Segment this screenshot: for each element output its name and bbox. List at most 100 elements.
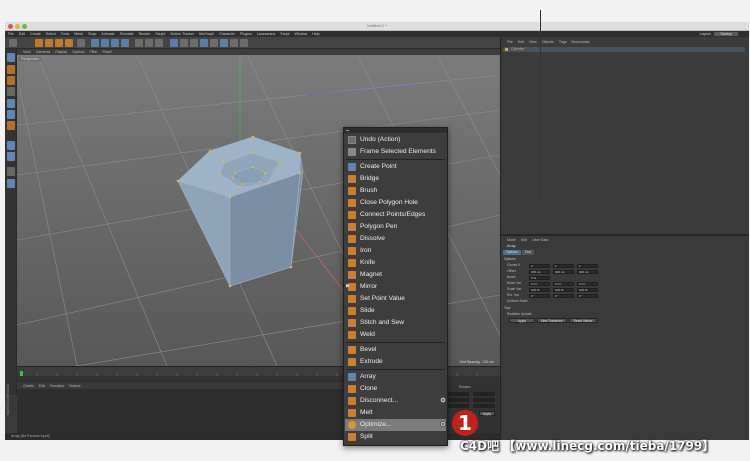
menu-select[interactable]: Select	[46, 32, 56, 36]
viewport-menu-cameras[interactable]: Cameras	[36, 50, 51, 54]
menu-item-array[interactable]: Array	[345, 371, 446, 383]
coord-field-4[interactable]	[473, 392, 495, 396]
enable-axis-icon[interactable]	[7, 141, 15, 150]
viewport-menu-filter[interactable]: Filter	[90, 50, 98, 54]
snap-icon[interactable]	[7, 167, 15, 176]
viewport-menu-panel[interactable]: Panel	[103, 50, 112, 54]
menu-item-weld[interactable]: Weld	[345, 329, 446, 341]
menu-item-slide[interactable]: Slide	[345, 305, 446, 317]
recent-tool-icon[interactable]	[77, 39, 85, 47]
menu-item-optimize[interactable]: Optimize...	[345, 419, 446, 431]
menu-mesh[interactable]: Mesh	[74, 32, 83, 36]
floor-object-icon[interactable]	[220, 39, 228, 47]
menu-item-iron[interactable]: Iron	[345, 245, 446, 257]
menu-item-split[interactable]: Split	[345, 431, 446, 443]
context-menu-handle[interactable]	[344, 128, 447, 133]
menu-item-undo-action[interactable]: Undo (Action)	[345, 134, 446, 146]
settings-gear-icon[interactable]	[440, 421, 446, 427]
coord-field-3[interactable]	[447, 404, 469, 408]
attribute-menu-edit[interactable]: Edit	[521, 238, 527, 242]
material-menu-edit[interactable]: Edit	[39, 384, 45, 388]
render-picture-viewer-icon[interactable]	[145, 39, 153, 47]
menu-item-create-point[interactable]: Create Point	[345, 161, 446, 173]
attr-field-rot-var--2[interactable]: 0 °	[553, 293, 574, 298]
menu-item-polygon-pen[interactable]: Polygon Pen	[345, 221, 446, 233]
tab-options[interactable]: Options	[503, 250, 521, 255]
object-menu-objects[interactable]: Objects	[542, 40, 554, 44]
menu-tools[interactable]: Tools	[61, 32, 69, 36]
attr-field-offset-1[interactable]: 300 cm	[529, 269, 550, 274]
light-object-icon[interactable]	[240, 39, 248, 47]
make-editable-icon[interactable]	[7, 53, 15, 62]
menu-animate[interactable]: Animate	[101, 32, 114, 36]
viewport-menu-display[interactable]: Display	[55, 50, 67, 54]
coord-field-1[interactable]	[447, 392, 469, 396]
realtime-update-label[interactable]: Realtime Update	[507, 312, 532, 317]
attr-field-rot-var--3[interactable]: 0 °	[577, 293, 598, 298]
reset-values-button[interactable]: Reset Values	[569, 318, 597, 323]
object-menu-tags[interactable]: Tags	[559, 40, 567, 44]
menu-item-connect-points-edges[interactable]: Connect Points/Edges	[345, 209, 446, 221]
viewport-menu-options[interactable]: Options	[72, 50, 84, 54]
attr-field-offset-2[interactable]: 300 cm	[553, 269, 574, 274]
layout-select[interactable]: Startup	[714, 32, 738, 36]
coordinate-system-icon[interactable]	[121, 39, 129, 47]
attr-field-rot-var--1[interactable]: 0 °	[529, 293, 550, 298]
array-object-icon[interactable]	[200, 39, 208, 47]
object-menu-bookmarks[interactable]: Bookmarks	[572, 40, 590, 44]
move-tool-icon[interactable]	[45, 39, 53, 47]
rotate-tool-icon[interactable]	[65, 39, 73, 47]
menu-item-bevel[interactable]: Bevel	[345, 344, 446, 356]
x-axis-icon[interactable]	[91, 39, 99, 47]
attr-field-scale-var--3[interactable]: 100 %	[577, 287, 598, 292]
menu-item-brush[interactable]: Brush	[345, 185, 446, 197]
menu-item-knife[interactable]: Knife	[345, 257, 446, 269]
material-menu-function[interactable]: Function	[50, 384, 64, 388]
menu-render[interactable]: Render	[139, 32, 151, 36]
menu-script[interactable]: Script	[280, 32, 289, 36]
attr-field-move-var--3[interactable]: 0 cm	[577, 281, 598, 286]
cylinder-mesh[interactable]	[177, 136, 304, 287]
menu-help[interactable]: Help	[312, 32, 319, 36]
object-menu-view[interactable]: View	[529, 40, 537, 44]
coord-field-5[interactable]	[473, 398, 495, 402]
menu-item-extrude[interactable]: Extrude	[345, 356, 446, 368]
render-view-icon[interactable]	[135, 39, 143, 47]
scale-tool-icon[interactable]	[55, 39, 63, 47]
menu-item-mirror[interactable]: Mirror	[345, 281, 446, 293]
menu-create[interactable]: Create	[30, 32, 41, 36]
attr-field-clones-x-2[interactable]: 1	[553, 263, 574, 268]
coord-field-6[interactable]	[473, 404, 495, 408]
menu-simulate[interactable]: Simulate	[120, 32, 134, 36]
tab-tool[interactable]: Tool	[521, 250, 534, 255]
menu-sculpt[interactable]: Sculpt	[155, 32, 165, 36]
attr-field-move-var--1[interactable]: 0 cm	[529, 281, 550, 286]
menu-item-disconnect[interactable]: Disconnect...	[345, 395, 446, 407]
object-menu-edit[interactable]: Edit	[518, 40, 524, 44]
camera-object-icon[interactable]	[230, 39, 238, 47]
menu-item-frame-selected-elements[interactable]: Frame Selected Elements	[345, 146, 446, 158]
points-mode-icon[interactable]	[7, 99, 15, 108]
menu-lanzzaraus[interactable]: Lanzzaraus	[257, 32, 276, 36]
attribute-menu-mode[interactable]: Mode	[507, 238, 516, 242]
menu-item-magnet[interactable]: Magnet	[345, 269, 446, 281]
model-mode-icon[interactable]	[7, 65, 15, 74]
pen-spline-icon[interactable]	[180, 39, 188, 47]
live-selection-icon[interactable]	[35, 39, 43, 47]
attr-field-noise-1[interactable]: 0 %	[529, 275, 550, 280]
object-menu-file[interactable]: File	[507, 40, 513, 44]
settings-gear-icon[interactable]	[440, 397, 446, 403]
attr-field-offset-3[interactable]: 300 cm	[577, 269, 598, 274]
y-axis-icon[interactable]	[101, 39, 109, 47]
attribute-menu-user-data[interactable]: User Data	[532, 238, 548, 242]
attr-field-scale-var--2[interactable]: 100 %	[553, 287, 574, 292]
lock-workplane-icon[interactable]	[7, 179, 15, 188]
coord-field-2[interactable]	[447, 398, 469, 402]
render-settings-icon[interactable]	[155, 39, 163, 47]
menu-item-bridge[interactable]: Bridge	[345, 173, 446, 185]
attr-field-scale-var--1[interactable]: 100 %	[529, 287, 550, 292]
bend-deformer-icon[interactable]	[210, 39, 218, 47]
menu-plugins[interactable]: Plugins	[240, 32, 252, 36]
tweak-mode-icon[interactable]	[7, 152, 15, 161]
edges-mode-icon[interactable]	[7, 110, 15, 119]
